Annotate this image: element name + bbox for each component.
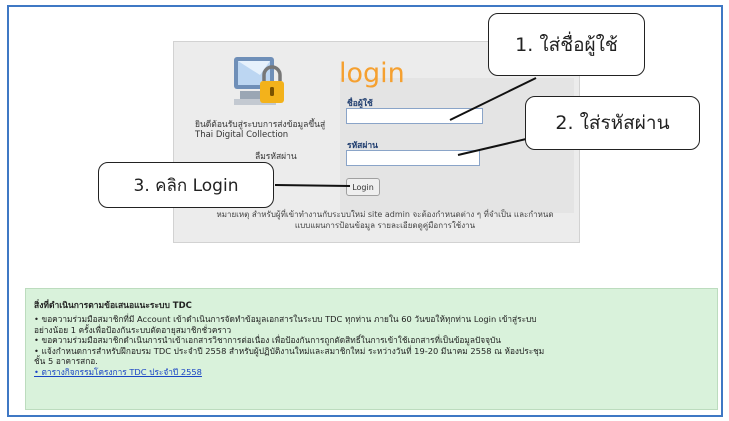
arrow-step1 [449, 77, 537, 121]
notice-line: อย่างน้อย 1 ครั้งเพื่อป้องกันระบบตัดอายุ… [34, 324, 232, 335]
notice-line: • แจ้งกำหนดการสำหรับฝึกอบรม TDC ประจำปี … [34, 345, 545, 356]
arrow-step3 [274, 184, 351, 187]
callout-step1: 1. ใส่ชื่อผู้ใช้ [488, 13, 645, 76]
notice-line: ชั้น 5 อาคารสกอ. [34, 356, 98, 366]
tdc-schedule-link[interactable]: • ตารางกิจกรรมโครงการ TDC ประจำปี 2558 [34, 367, 705, 378]
notice-title: สิ่งที่ดำเนินการตามข้อเสนอแนะระบบ TDC [34, 301, 192, 311]
callout-step2: 2. ใส่รหัสผ่าน [525, 96, 700, 150]
notice-line: • ขอความร่วมมือสมาชิกที่มี Account เข้าด… [34, 314, 537, 324]
callout-step3: 3. คลิก Login [98, 162, 274, 208]
notice-box: สิ่งที่ดำเนินการตามข้อเสนอแนะระบบ TDC • … [25, 288, 718, 410]
notice-line: • ขอความร่วมมือสมาชิกดำเนินการนำเข้าเอกส… [34, 335, 501, 345]
